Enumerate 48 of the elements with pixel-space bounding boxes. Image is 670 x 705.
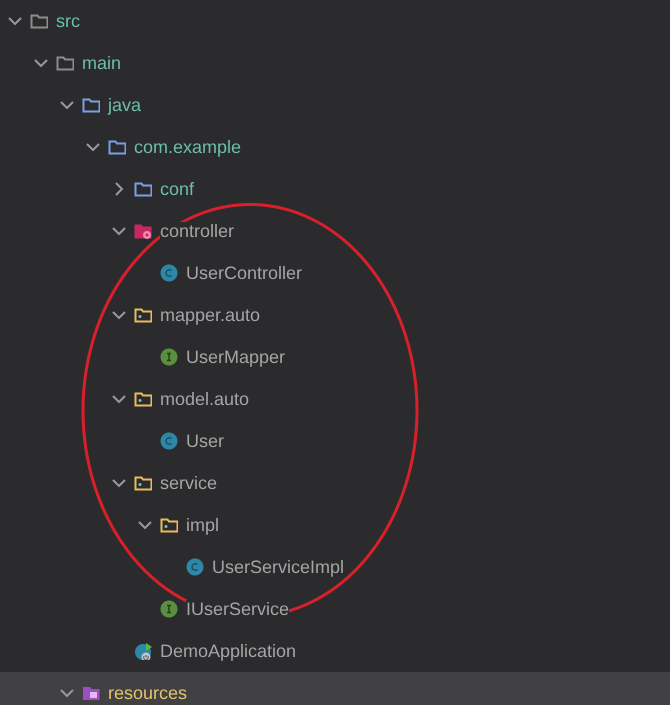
tree-row[interactable]: UserController <box>0 252 670 294</box>
tree-row[interactable]: DemoApplication <box>0 630 670 672</box>
folder-icon <box>30 12 48 30</box>
tree-row[interactable]: User <box>0 420 670 462</box>
tree-row[interactable]: conf <box>0 168 670 210</box>
tree-row[interactable]: com.example <box>0 126 670 168</box>
package-folder-icon <box>134 390 152 408</box>
package-folder-icon <box>134 474 152 492</box>
tree-row[interactable]: UserServiceImpl <box>0 546 670 588</box>
tree-row[interactable]: model.auto <box>0 378 670 420</box>
tree-item-label: impl <box>186 516 220 534</box>
tree-item-label: main <box>82 54 122 72</box>
package-folder-icon <box>160 516 178 534</box>
tree-item-label: DemoApplication <box>160 642 296 660</box>
tree-item-label: UserMapper <box>186 348 286 366</box>
class-icon <box>186 558 204 576</box>
tree-item-label: UserServiceImpl <box>212 558 344 576</box>
folder-icon <box>108 138 126 156</box>
interface-icon <box>160 348 178 366</box>
tree-row[interactable]: mapper.auto <box>0 294 670 336</box>
tree-item-label: User <box>186 432 224 450</box>
package-folder-icon <box>134 306 152 324</box>
tree-item-label: java <box>108 96 142 114</box>
tree-row[interactable]: service <box>0 462 670 504</box>
class-icon <box>160 432 178 450</box>
tree-row[interactable]: java <box>0 84 670 126</box>
selected-tree-row[interactable]: resources <box>0 672 670 705</box>
interface-icon <box>160 600 178 618</box>
tree-item-label: service <box>160 474 218 492</box>
tree-row[interactable]: IUserService <box>0 588 670 630</box>
tree-item-label: conf <box>160 180 194 198</box>
tree-row[interactable]: src <box>0 0 670 42</box>
class-icon <box>160 264 178 282</box>
tree-item-label: controller <box>160 222 234 240</box>
tree-row[interactable]: UserMapper <box>0 336 670 378</box>
tree-item-label: UserController <box>186 264 302 282</box>
folder-icon <box>82 96 100 114</box>
tree-item-label: IUserService <box>186 600 290 618</box>
folder-icon <box>56 54 74 72</box>
tree-item-label: mapper.auto <box>160 306 260 324</box>
folder-icon <box>134 180 152 198</box>
tree-row[interactable]: controller <box>0 210 670 252</box>
tree-row[interactable]: impl <box>0 504 670 546</box>
resources-folder-icon <box>82 684 100 702</box>
tree-row[interactable]: main <box>0 42 670 84</box>
spring-class-icon <box>134 642 152 660</box>
tree-item-label: model.auto <box>160 390 250 408</box>
tree-item-label: com.example <box>134 138 242 156</box>
